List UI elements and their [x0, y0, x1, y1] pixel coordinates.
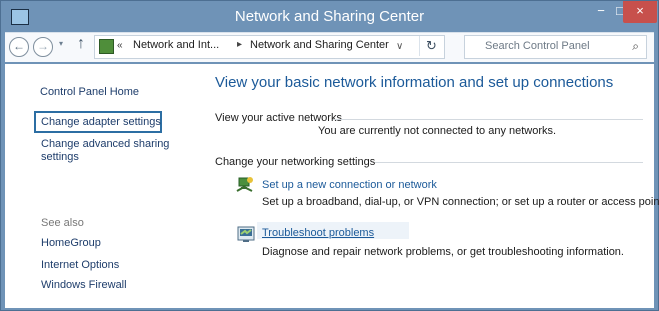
network-setup-icon — [236, 177, 253, 192]
search-placeholder: Search Control Panel — [485, 40, 590, 52]
title-bar[interactable]: Network and Sharing Center − □ × — [1, 1, 658, 32]
minimize-button[interactable]: − — [592, 1, 610, 23]
back-button[interactable]: ← — [9, 37, 29, 57]
forward-arrow-icon: → — [37, 39, 49, 53]
troubleshoot-icon — [237, 226, 255, 242]
troubleshoot-problems-link[interactable]: Troubleshoot problems — [262, 227, 374, 239]
refresh-button[interactable]: ↻ — [419, 36, 443, 56]
navigation-bar: ← → ▾ ↑ « Network and Int... ▸ Network a… — [5, 32, 654, 62]
address-overflow-icon[interactable]: « — [117, 40, 123, 51]
forward-button[interactable]: → — [33, 37, 53, 57]
homegroup-link[interactable]: HomeGroup — [41, 237, 101, 250]
search-control-panel-input[interactable]: Search Control Panel ⌕ — [464, 35, 647, 59]
recent-locations-dropdown[interactable]: ▾ — [59, 39, 63, 48]
see-also-heading: See also — [41, 217, 84, 229]
breadcrumb-separator-icon[interactable]: ▸ — [237, 39, 242, 50]
windows-firewall-link[interactable]: Windows Firewall — [41, 279, 127, 292]
close-button[interactable]: × — [623, 1, 657, 23]
networking-settings-heading: Change your networking settings — [215, 156, 376, 168]
window-title: Network and Sharing Center — [234, 8, 425, 25]
up-button[interactable]: ↑ — [77, 35, 85, 53]
networking-settings-divider — [375, 162, 643, 163]
network-status-message: You are currently not connected to any n… — [318, 125, 557, 137]
control-panel-home-link[interactable]: Control Panel Home — [40, 86, 139, 99]
address-dropdown-icon[interactable]: ∨ — [396, 41, 403, 52]
page-title: View your basic network information and … — [215, 74, 614, 91]
search-icon[interactable]: ⌕ — [632, 39, 639, 54]
left-sidebar: Control Panel Home Change adapter settin… — [5, 64, 195, 308]
address-bar[interactable]: « Network and Int... ▸ Network and Shari… — [94, 35, 445, 59]
network-sharing-window: Network and Sharing Center − □ × ← → ▾ ↑… — [0, 0, 659, 311]
internet-options-link[interactable]: Internet Options — [41, 259, 119, 272]
breadcrumb-network-sharing-center[interactable]: Network and Sharing Center — [250, 39, 389, 51]
setup-connection-description: Set up a broadband, dial-up, or VPN conn… — [262, 196, 659, 208]
content-pane: Control Panel Home Change adapter settin… — [5, 64, 659, 308]
network-location-icon — [99, 39, 114, 54]
active-networks-heading: View your active networks — [215, 112, 342, 124]
change-advanced-sharing-settings-link[interactable]: Change advanced sharing settings — [41, 138, 181, 164]
main-panel: View your basic network information and … — [195, 64, 659, 308]
change-adapter-settings-link[interactable]: Change adapter settings — [41, 116, 161, 129]
troubleshoot-description: Diagnose and repair network problems, or… — [262, 246, 624, 258]
setup-connection-link[interactable]: Set up a new connection or network — [262, 179, 437, 191]
back-arrow-icon: ← — [13, 39, 25, 53]
active-networks-divider — [333, 119, 643, 120]
breadcrumb-network-and-internet[interactable]: Network and Int... — [133, 39, 219, 51]
